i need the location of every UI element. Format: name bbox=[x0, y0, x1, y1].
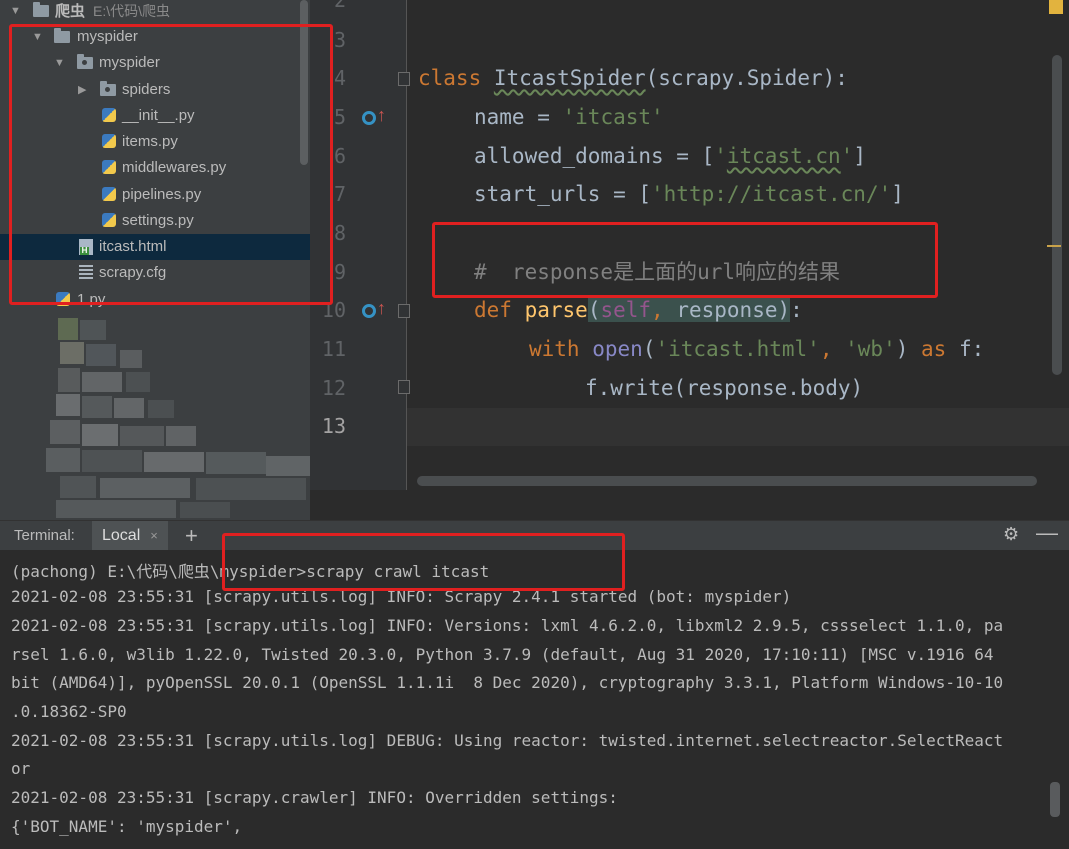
scroll-marker[interactable] bbox=[1047, 245, 1061, 247]
minimize-icon[interactable]: — bbox=[1036, 520, 1058, 546]
editor-horizontal-scrollbar[interactable] bbox=[417, 476, 1037, 486]
current-line-highlight bbox=[407, 408, 1069, 446]
fold-toggle-icon[interactable] bbox=[398, 380, 410, 394]
folder-icon bbox=[33, 2, 49, 19]
add-tab-icon[interactable]: + bbox=[185, 523, 198, 549]
fold-toggle-icon[interactable] bbox=[398, 72, 410, 86]
close-icon[interactable]: × bbox=[150, 528, 158, 543]
annotation-box-project-files bbox=[9, 24, 333, 305]
code-line-7: start_urls = ['http://itcast.cn/'] bbox=[474, 182, 904, 206]
terminal-line: rsel 1.6.0, w3lib 1.22.0, Twisted 20.3.0… bbox=[11, 645, 994, 664]
line-number-current: 13 bbox=[321, 414, 346, 438]
terminal-scrollbar[interactable] bbox=[1050, 782, 1060, 817]
annotation-box-command bbox=[222, 533, 625, 591]
terminal-output[interactable]: (pachong) E:\代码\爬虫\myspider>scrapy crawl… bbox=[0, 550, 1069, 849]
annotation-box-comment bbox=[432, 222, 938, 298]
terminal-line: or bbox=[11, 759, 31, 778]
code-line-11: with open('itcast.html', 'wb') as f: bbox=[529, 337, 985, 361]
fold-toggle-icon[interactable] bbox=[398, 304, 410, 318]
gear-icon[interactable]: ⚙ bbox=[1003, 524, 1019, 545]
override-gutter-icon[interactable] bbox=[362, 105, 386, 126]
code-line-6: allowed_domains = ['itcast.cn'] bbox=[474, 144, 866, 168]
code-line-5: name = 'itcast' bbox=[474, 105, 664, 129]
code-line-12: f.write(response.body) bbox=[585, 376, 864, 400]
line-number: 2 bbox=[333, 0, 346, 12]
terminal-title: Terminal: bbox=[14, 527, 75, 544]
line-number: 11 bbox=[321, 337, 346, 361]
warning-marker-icon[interactable] bbox=[1049, 0, 1063, 14]
code-line-4: class ItcastSpider(scrapy.Spider): bbox=[418, 66, 848, 90]
terminal-line: 2021-02-08 23:55:31 [scrapy.utils.log] I… bbox=[11, 616, 1004, 635]
tree-root-folder[interactable]: ▼ 爬虫 E:\代码\爬虫 bbox=[0, 0, 310, 24]
chevron-down-icon[interactable]: ▼ bbox=[10, 0, 21, 24]
editor-vertical-scrollbar[interactable] bbox=[1052, 55, 1062, 375]
terminal-line: 2021-02-08 23:55:31 [scrapy.crawler] INF… bbox=[11, 788, 618, 807]
override-gutter-icon[interactable] bbox=[362, 298, 386, 319]
tab-local-label: Local bbox=[102, 527, 141, 544]
root-folder-label: 爬虫 bbox=[55, 3, 86, 20]
terminal-line: {'BOT_NAME': 'myspider', bbox=[11, 817, 243, 836]
tab-local[interactable]: Local × bbox=[92, 521, 168, 551]
line-number: 12 bbox=[321, 376, 346, 400]
terminal-line: 2021-02-08 23:55:31 [scrapy.utils.log] D… bbox=[11, 731, 1004, 750]
root-folder-path: E:\代码\爬虫 bbox=[93, 3, 171, 19]
terminal-line: .0.18362-SP0 bbox=[11, 702, 127, 721]
terminal-line: bit (AMD64)], pyOpenSSL 20.0.1 (OpenSSL … bbox=[11, 673, 1004, 692]
